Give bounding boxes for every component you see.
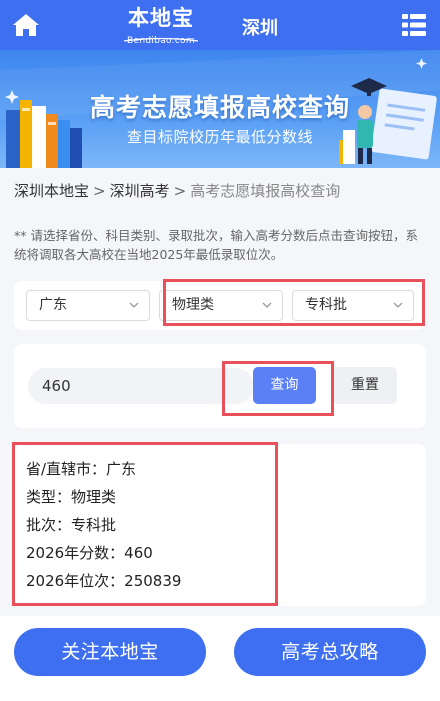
province-select[interactable]: 广东 [26,290,150,321]
hero-banner: 高考志愿填报高校查询 查目标院校历年最低分数线 [0,50,440,168]
result-rank: 2026年位次：250839 [26,572,182,590]
result-type: 类型：物理类 [26,488,117,506]
result-province: 省/直辖市：广东 [26,460,137,478]
guide-button[interactable]: 高考总攻略 [234,628,426,676]
result-score: 2026年分数：460 [26,544,153,562]
breadcrumb: 深圳本地宝 > 深圳高考 > 高考志愿填报高校查询 [14,180,340,201]
chevron-down-icon [129,302,139,308]
filter-card: 广东 物理类 专科批 [14,281,426,330]
top-header: 本地宝 Bendibao.com 深圳 [0,0,440,50]
menu-icon[interactable] [402,14,426,36]
batch-select[interactable]: 专科批 [292,290,414,321]
instruction-notice: ** 请选择省份、科目类别、录取批次，输入高考分数后点击查询按钮，系统将调取各大… [14,228,418,262]
result-card: 省/直辖市：广东 类型：物理类 批次：专科批 2026年分数：460 2026年… [14,444,426,606]
score-input[interactable] [28,368,254,404]
banner-subtitle: 查目标院校历年最低分数线 [126,128,313,146]
breadcrumb-separator: > [173,182,187,200]
breadcrumb-current: 高考志愿填报高校查询 [190,182,341,200]
follow-button[interactable]: 关注本地宝 [14,628,206,676]
query-button[interactable]: 查询 [253,367,316,404]
banner-title: 高考志愿填报高校查询 [89,93,350,122]
subject-value: 物理类 [172,297,214,313]
city-name[interactable]: 深圳 [242,14,278,40]
breadcrumb-separator: > [93,182,106,200]
result-batch: 批次：专科批 [26,516,117,534]
home-icon[interactable] [12,12,40,38]
chevron-down-icon [262,302,272,308]
batch-value: 专科批 [305,297,347,313]
province-value: 广东 [39,297,67,313]
logo-text: 本地宝 [128,6,194,30]
reset-button[interactable]: 重置 [333,367,397,404]
breadcrumb-link-gaokao[interactable]: 深圳高考 [110,182,170,200]
chevron-down-icon [393,302,403,308]
site-logo[interactable]: 本地宝 Bendibao.com [120,6,202,46]
breadcrumb-link-home[interactable]: 深圳本地宝 [14,182,89,200]
logo-swoosh [123,37,199,42]
bottom-bar: 关注本地宝 高考总攻略 [0,616,440,701]
query-card: 查询 重置 [14,344,426,428]
subject-select[interactable]: 物理类 [159,290,283,321]
